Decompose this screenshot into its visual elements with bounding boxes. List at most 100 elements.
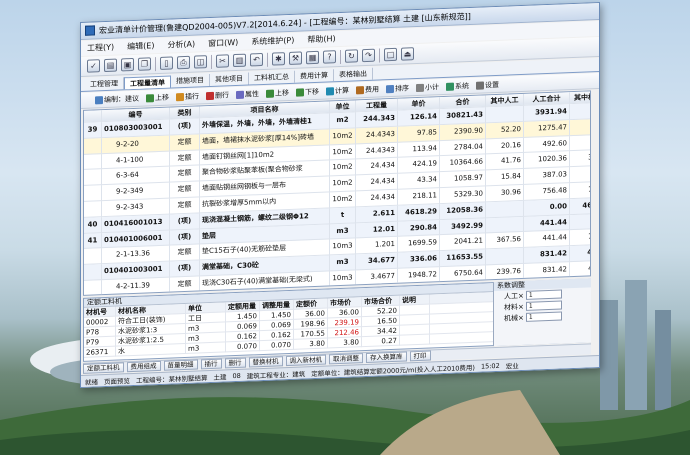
print-icon[interactable]: ⎙ [177, 55, 190, 70]
menu-system[interactable]: 系统维护(P) [251, 35, 294, 48]
cell-total[interactable]: 1058.97 [440, 170, 486, 189]
compile-button[interactable]: 编制：建议 [95, 93, 139, 105]
cell-unit[interactable]: 10m2 [330, 175, 356, 193]
cell-labor-total[interactable]: 756.48 [524, 183, 570, 201]
import-material-button[interactable]: 调入新材机 [285, 354, 326, 367]
tab-measures[interactable]: 措施项目 [171, 74, 210, 88]
material-cell[interactable]: 0.070 [226, 341, 260, 353]
cell-qty[interactable]: 12.01 [356, 221, 398, 239]
refresh-icon[interactable]: ↻ [345, 49, 358, 63]
tools-icon[interactable]: ✱ [272, 52, 285, 66]
subtotal-button[interactable]: 小计 [416, 82, 439, 93]
cell-no[interactable] [84, 137, 102, 155]
cell-mach[interactable]: 2 [570, 166, 591, 184]
cell-labor[interactable]: 239.76 [486, 263, 524, 282]
cell-unit[interactable]: m2 [330, 112, 356, 130]
preview-icon[interactable]: ◫ [194, 55, 207, 69]
cell-labor-total[interactable]: 492.60 [524, 135, 570, 154]
cell-qty[interactable]: 24.434 [356, 158, 398, 176]
cell-labor-total[interactable]: 441.44 [524, 230, 570, 249]
tab-quantity-detail[interactable]: 苗量明细 [163, 359, 198, 371]
cell-labor[interactable] [486, 248, 524, 266]
cell-qty[interactable]: 24.434 [356, 189, 398, 208]
cut-icon[interactable]: ✂ [216, 54, 229, 68]
cell-mach[interactable]: 461 [570, 197, 591, 215]
cell-unit[interactable]: 10m2 [330, 159, 356, 177]
cell-labor[interactable] [486, 216, 524, 234]
cell-total[interactable]: 5329.30 [440, 186, 486, 204]
sort-button[interactable]: 排序 [386, 83, 409, 94]
cell-price[interactable]: 336.06 [398, 251, 440, 269]
cell-type[interactable]: 定额 [170, 197, 200, 215]
system-button[interactable]: 系统 [446, 81, 469, 92]
settings-button[interactable]: 设置 [476, 79, 499, 90]
print-button[interactable]: 打印 [409, 350, 431, 362]
material-coef-input[interactable]: 1 [525, 300, 562, 311]
exit-icon[interactable]: ⏏ [401, 47, 414, 61]
menu-help[interactable]: 帮助(H) [307, 33, 335, 45]
cell-total[interactable]: 2784.04 [440, 138, 486, 157]
delete-material-button[interactable]: 删行 [224, 357, 246, 369]
move-up-button-2[interactable]: 上移 [266, 87, 289, 98]
save-conversion-button[interactable]: 存入换算库 [366, 351, 407, 364]
menu-window[interactable]: 窗口(W) [208, 37, 238, 49]
help-icon[interactable]: ? [323, 50, 336, 64]
tab-fee-composition[interactable]: 费用组成 [126, 360, 161, 373]
menu-edit[interactable]: 编辑(E) [127, 40, 154, 52]
calculate-button[interactable]: 计算 [326, 85, 349, 96]
cell-unit[interactable]: m3 [330, 222, 356, 240]
cell-mach[interactable] [570, 103, 591, 120]
cell-unit[interactable]: t [330, 207, 356, 224]
cell-price[interactable]: 4618.29 [398, 203, 440, 222]
cell-labor[interactable]: 41.76 [486, 153, 524, 171]
cell-labor-total[interactable]: 831.42 [524, 246, 570, 264]
cell-mach[interactable]: 4 [570, 118, 591, 136]
cell-total[interactable]: 2390.90 [440, 123, 486, 141]
cell-type[interactable]: 定额 [170, 165, 200, 183]
cell-code[interactable]: 4-2-11.39 [102, 277, 170, 296]
cell-unit[interactable]: 10m3 [330, 238, 356, 256]
cell-labor[interactable]: 30.96 [486, 184, 524, 203]
paste-icon[interactable]: ▥ [233, 53, 246, 68]
cell-price[interactable]: 126.14 [398, 109, 440, 127]
cell-price[interactable]: 1699.59 [398, 235, 440, 253]
cell-total[interactable]: 12058.36 [440, 202, 486, 220]
cell-qty[interactable]: 24.434 [356, 173, 398, 192]
save-icon[interactable]: ▣ [121, 57, 134, 72]
material-cell[interactable]: 3.80 [328, 337, 362, 349]
cell-total[interactable]: 10364.66 [440, 154, 486, 173]
machine-coef-input[interactable]: 1 [525, 311, 562, 322]
cell-qty[interactable]: 34.677 [356, 252, 398, 271]
cell-price[interactable]: 97.85 [398, 124, 440, 143]
cell-price[interactable]: 218.11 [398, 188, 440, 206]
cell-labor-total[interactable]: 831.42 [524, 262, 570, 280]
copy-icon[interactable]: ❐ [138, 57, 151, 71]
cell-qty[interactable]: 2.611 [356, 205, 398, 223]
cell-labor-total[interactable]: 0.00 [524, 198, 570, 217]
cell-type[interactable]: (项) [170, 118, 200, 136]
cell-total[interactable]: 30821.43 [440, 107, 486, 125]
document-icon[interactable]: ▯ [160, 56, 173, 70]
cell-no[interactable] [84, 264, 102, 281]
cell-labor-total[interactable]: 1020.36 [524, 151, 570, 170]
cell-unit[interactable]: 10m2 [330, 191, 356, 209]
cell-labor[interactable]: 367.56 [486, 232, 524, 250]
tab-cost-calc[interactable]: 费用计算 [295, 69, 334, 83]
tab-project-manage[interactable]: 工程管理 [85, 77, 124, 91]
insert-row-button[interactable]: 插行 [176, 91, 199, 102]
material-cell[interactable]: 0.070 [260, 339, 294, 352]
cell-type[interactable]: 定额 [170, 276, 200, 294]
cell-labor-total[interactable]: 1275.47 [524, 119, 570, 138]
cell-no[interactable] [84, 248, 102, 266]
cell-labor[interactable]: 20.16 [486, 137, 524, 155]
window-icon[interactable]: □ [384, 47, 397, 62]
check-icon[interactable]: ✓ [87, 59, 100, 73]
material-cell[interactable]: 26371 [84, 346, 116, 358]
cell-type[interactable]: (项) [170, 260, 200, 278]
tab-report-output[interactable]: 表格输出 [334, 67, 373, 82]
cell-price[interactable]: 113.94 [398, 140, 440, 159]
col-unit[interactable]: 单位 [330, 100, 356, 114]
cell-no[interactable] [84, 201, 102, 218]
cell-type[interactable]: (项) [170, 228, 200, 246]
redo-icon[interactable]: ↷ [362, 48, 375, 63]
